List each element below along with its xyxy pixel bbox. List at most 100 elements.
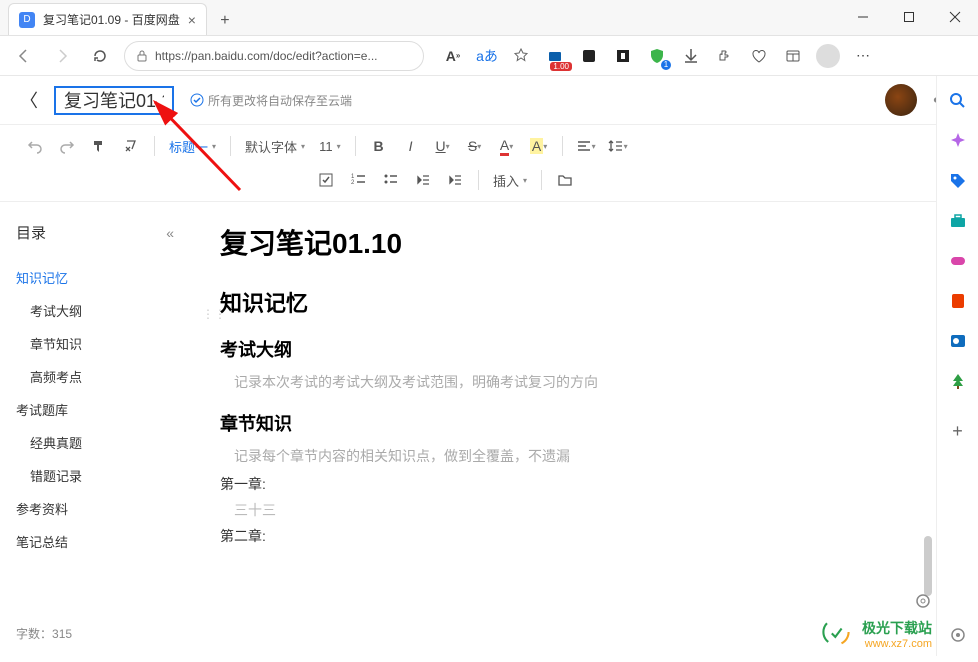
bold-button[interactable]: B [364, 132, 394, 160]
browser-tab-strip: D 复习笔记01.09 - 百度网盘 × + [0, 0, 978, 36]
doc-header: 〈 所有更改将自动保存至云端 ••• [0, 76, 978, 124]
doc-note: 记录本次考试的考试大纲及考试范围，明确考试复习的方向 [234, 372, 948, 392]
ext-puzzle-icon[interactable] [714, 45, 736, 67]
doc-line: 第二章: [220, 526, 948, 546]
url-text: https://pan.baidu.com/doc/edit?action=e.… [155, 49, 377, 63]
search-icon[interactable] [947, 90, 969, 112]
svg-text:2: 2 [351, 180, 355, 186]
ext-dark-icon[interactable] [578, 45, 600, 67]
heading-select[interactable]: 标题一▾ [163, 132, 222, 160]
maximize-button[interactable] [886, 0, 932, 35]
toc-item[interactable]: 参考资料 [16, 492, 190, 525]
browser-menu-icon[interactable]: ⋯ [852, 45, 874, 67]
toc-item[interactable]: 笔记总结 [16, 525, 190, 558]
minimize-button[interactable] [840, 0, 886, 35]
ext-shield-icon[interactable]: 1 [646, 45, 668, 67]
italic-button[interactable]: I [396, 132, 426, 160]
tab-favicon: D [19, 12, 35, 28]
browser-tab[interactable]: D 复习笔记01.09 - 百度网盘 × [8, 3, 207, 35]
watermark-logo [822, 618, 850, 646]
insert-menu[interactable]: 插入▾ [487, 166, 533, 194]
close-tab-icon[interactable]: × [188, 12, 196, 28]
scrollbar[interactable] [922, 76, 936, 276]
ordered-list-button[interactable]: 12 [344, 166, 374, 194]
translate-icon[interactable]: a⁠あ [476, 45, 498, 67]
redo-button[interactable] [52, 132, 82, 160]
doc-h1: 复习笔记01.10 [220, 222, 948, 262]
main-area: 目录 « 知识记忆 考试大纲 章节知识 高频考点 考试题库 经典真题 错题记录 … [0, 202, 978, 662]
undo-button[interactable] [20, 132, 50, 160]
briefcase-icon[interactable] [947, 210, 969, 232]
office-icon[interactable] [947, 290, 969, 312]
strike-button[interactable]: S▾ [460, 132, 490, 160]
toc-item[interactable]: 经典真题 [16, 426, 190, 459]
settings-gear-icon[interactable] [914, 592, 932, 610]
toc-title: 目录 [16, 222, 46, 243]
edge-sidebar: + [936, 76, 978, 656]
outlook-icon[interactable] [947, 330, 969, 352]
doc-h3: 考试大纲 [220, 336, 948, 362]
tree-icon[interactable] [947, 370, 969, 392]
fontsize-select[interactable]: 11▾ [313, 132, 347, 160]
highlight-button[interactable]: A▾ [524, 132, 554, 160]
font-select[interactable]: 默认字体▾ [239, 132, 311, 160]
checklist-button[interactable] [312, 166, 342, 194]
bullet-list-button[interactable] [376, 166, 406, 194]
toc-item[interactable]: 章节知识 [16, 327, 190, 360]
toc-item[interactable]: 考试题库 [16, 393, 190, 426]
user-avatar[interactable] [885, 84, 917, 116]
reader-icon[interactable]: A» [442, 45, 464, 67]
refresh-button[interactable] [86, 42, 114, 70]
drag-handle-icon[interactable]: ⋮⋮ [202, 307, 226, 321]
back-button[interactable] [10, 42, 38, 70]
underline-button[interactable]: U▾ [428, 132, 458, 160]
close-window-button[interactable] [932, 0, 978, 35]
address-bar: https://pan.baidu.com/doc/edit?action=e.… [0, 36, 978, 76]
url-field[interactable]: https://pan.baidu.com/doc/edit?action=e.… [124, 41, 424, 71]
document-content[interactable]: ⋮⋮ 复习笔记01.10 知识记忆 考试大纲 记录本次考试的考试大纲及考试范围，… [190, 202, 978, 662]
indent-button[interactable] [440, 166, 470, 194]
clear-format-button[interactable] [116, 132, 146, 160]
save-status: 所有更改将自动保存至云端 [190, 92, 352, 109]
format-painter-button[interactable] [84, 132, 114, 160]
folder-button[interactable] [550, 166, 580, 194]
favorite-icon[interactable] [510, 45, 532, 67]
watermark: 极光下载站 www.xz7.com [862, 618, 932, 650]
tag-icon[interactable] [947, 170, 969, 192]
doc-line: 三十三 [234, 500, 948, 520]
toc-item[interactable]: 高频考点 [16, 360, 190, 393]
toc-item[interactable]: 考试大纲 [16, 294, 190, 327]
font-color-button[interactable]: A▾ [492, 132, 522, 160]
games-icon[interactable] [947, 250, 969, 272]
ext-heart-icon[interactable] [748, 45, 770, 67]
doc-title-input[interactable] [54, 86, 174, 115]
addr-right-icons: A» a⁠あ 1 ⋯ [442, 44, 874, 68]
align-button[interactable]: ▾ [571, 132, 601, 160]
collapse-sidebar-button[interactable]: « [166, 225, 174, 241]
collections-icon[interactable] [782, 45, 804, 67]
outline-sidebar: 目录 « 知识记忆 考试大纲 章节知识 高频考点 考试题库 经典真题 错题记录 … [0, 202, 190, 662]
doc-note: 记录每个章节内容的相关知识点，做到全覆盖，不遗漏 [234, 446, 948, 466]
ext-badge-icon[interactable] [544, 45, 566, 67]
outdent-button[interactable] [408, 166, 438, 194]
sparkle-icon[interactable] [947, 130, 969, 152]
window-controls [840, 0, 978, 35]
doc-h2: 知识记忆 [220, 286, 948, 318]
forward-button[interactable] [48, 42, 76, 70]
toc-item[interactable]: 知识记忆 [16, 261, 190, 294]
add-tool-button[interactable]: + [947, 420, 969, 442]
cloud-check-icon [190, 93, 204, 107]
ext-download-icon[interactable] [680, 45, 702, 67]
line-height-button[interactable]: ▾ [603, 132, 633, 160]
ext-square-icon[interactable] [612, 45, 634, 67]
editor-toolbar: 标题一▾ 默认字体▾ 11▾ B I U▾ S▾ A▾ A▾ ▾ ▾ 12 插入… [0, 124, 978, 202]
new-tab-button[interactable]: + [211, 7, 239, 35]
doc-line: 第一章: [220, 474, 948, 494]
scrollbar-thumb[interactable] [924, 536, 932, 596]
profile-avatar[interactable] [816, 44, 840, 68]
rail-settings-icon[interactable] [947, 624, 969, 646]
toc-item[interactable]: 错题记录 [16, 459, 190, 492]
doc-back-button[interactable]: 〈 [20, 87, 38, 113]
lock-icon [135, 49, 149, 63]
tab-title: 复习笔记01.09 - 百度网盘 [43, 11, 180, 28]
